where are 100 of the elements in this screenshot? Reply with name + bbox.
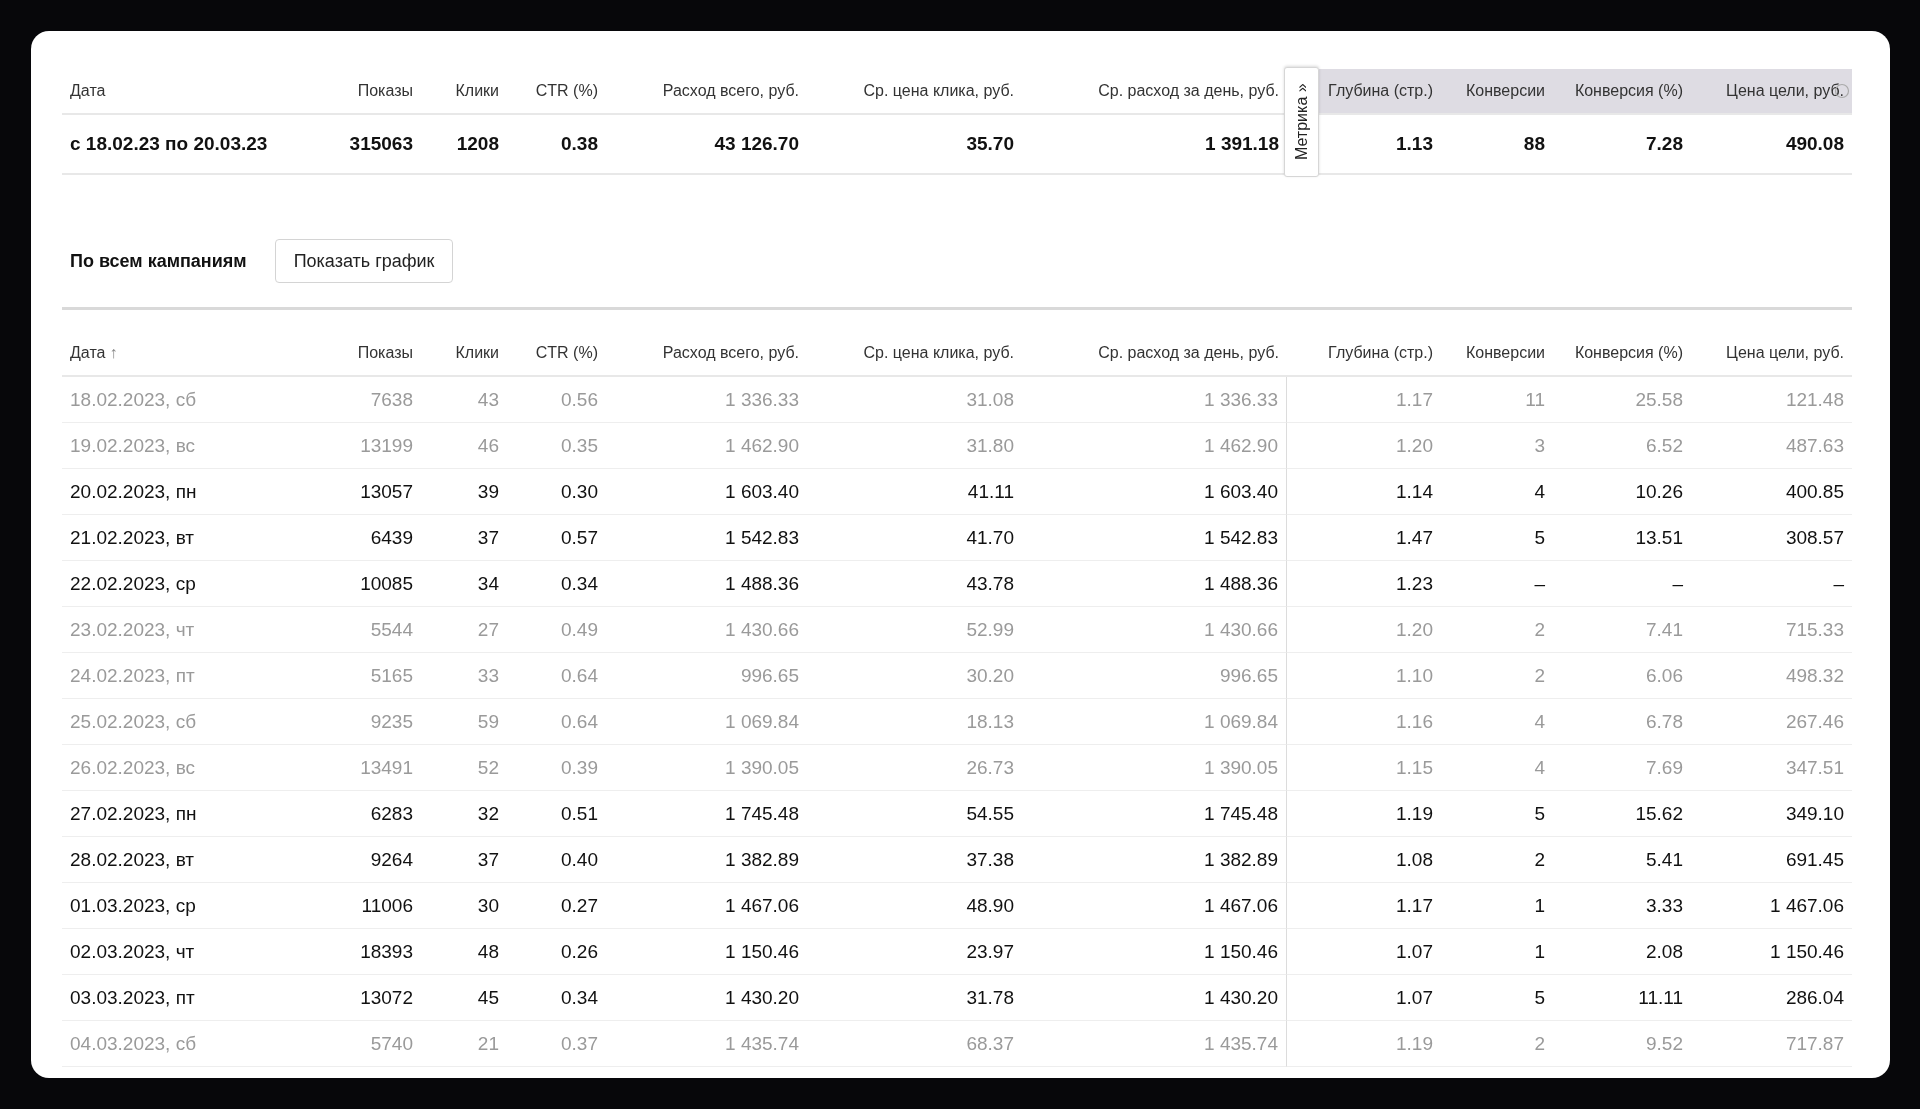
table-cell: 2 bbox=[1441, 837, 1553, 883]
column-header[interactable]: Дата ↑ bbox=[62, 331, 330, 377]
column-header: Показы bbox=[330, 331, 421, 377]
table-cell: 7.41 bbox=[1553, 607, 1691, 653]
table-cell: 1 745.48 bbox=[606, 791, 807, 837]
table-cell: 1 382.89 bbox=[1022, 837, 1287, 883]
table-cell: 4 bbox=[1441, 469, 1553, 515]
table-cell: 33 bbox=[421, 653, 507, 699]
table-cell: 267.46 bbox=[1691, 699, 1852, 745]
column-header: CTR (%) bbox=[507, 331, 606, 377]
table-cell: 31.08 bbox=[807, 377, 1022, 423]
table-cell: 24.02.2023, пт bbox=[62, 653, 330, 699]
table-cell: 1 462.90 bbox=[1022, 423, 1287, 469]
table-cell: 6.06 bbox=[1553, 653, 1691, 699]
table-cell: 0.26 bbox=[507, 929, 606, 975]
table-cell: 3 bbox=[1441, 423, 1553, 469]
column-header-label[interactable]: Дата bbox=[70, 344, 106, 362]
table-cell: 43 bbox=[421, 377, 507, 423]
table-cell: 0.27 bbox=[507, 883, 606, 929]
table-cell: 1 435.74 bbox=[606, 1021, 807, 1067]
column-header: Цена цели, руб. bbox=[1691, 331, 1852, 377]
table-cell: 48.90 bbox=[807, 883, 1022, 929]
table-cell: 1 462.90 bbox=[606, 423, 807, 469]
table-cell: 1 467.06 bbox=[1691, 883, 1852, 929]
table-cell: 0.57 bbox=[507, 515, 606, 561]
table-cell: 15.62 bbox=[1553, 791, 1691, 837]
table-cell: 0.39 bbox=[507, 745, 606, 791]
table-cell: 52 bbox=[421, 745, 507, 791]
table-cell: 1.19 bbox=[1319, 791, 1441, 837]
table-cell: 13491 bbox=[330, 745, 421, 791]
table-cell: 1.17 bbox=[1319, 883, 1441, 929]
table-cell: 1 430.66 bbox=[606, 607, 807, 653]
table-cell: 7.69 bbox=[1553, 745, 1691, 791]
table-cell: 37 bbox=[421, 515, 507, 561]
table-cell: – bbox=[1691, 561, 1852, 607]
table-cell: 1.17 bbox=[1319, 377, 1441, 423]
table-cell: 34 bbox=[421, 561, 507, 607]
metrika-tab[interactable]: Метрика » bbox=[1284, 67, 1319, 177]
table-cell: 27 bbox=[421, 607, 507, 653]
table-cell: 13057 bbox=[330, 469, 421, 515]
table-cell: 0.64 bbox=[507, 699, 606, 745]
column-header: Глубина (стр.) bbox=[1319, 331, 1441, 377]
table-cell: 31.80 bbox=[807, 423, 1022, 469]
table-cell: 1.14 bbox=[1319, 469, 1441, 515]
table-cell: 996.65 bbox=[1022, 653, 1287, 699]
show-chart-button[interactable]: Показать график bbox=[274, 239, 454, 283]
table-cell: 2.08 bbox=[1553, 929, 1691, 975]
table-cell: 717.87 bbox=[1691, 1021, 1852, 1067]
table-cell: 2 bbox=[1441, 653, 1553, 699]
table-cell: 11 bbox=[1441, 377, 1553, 423]
table-cell: 1 bbox=[1441, 929, 1553, 975]
section-title: По всем кампаниям bbox=[70, 250, 247, 272]
table-cell: 18.02.2023, сб bbox=[62, 377, 330, 423]
column-header: Глубина (стр.) bbox=[1319, 69, 1441, 115]
table-cell: 9264 bbox=[330, 837, 421, 883]
table-cell: 0.35 bbox=[507, 423, 606, 469]
summary-cell: 315063 bbox=[330, 115, 421, 175]
table-cell: 1.20 bbox=[1319, 607, 1441, 653]
table-cell: 1 bbox=[1441, 883, 1553, 929]
table-cell: 30.20 bbox=[807, 653, 1022, 699]
table-cell: 23.97 bbox=[807, 929, 1022, 975]
column-header: Показы bbox=[330, 69, 421, 115]
table-cell: 0.34 bbox=[507, 975, 606, 1021]
table-cell: 1 467.06 bbox=[606, 883, 807, 929]
table-cell: 54.55 bbox=[807, 791, 1022, 837]
table-cell: 52.99 bbox=[807, 607, 1022, 653]
table-cell: 5165 bbox=[330, 653, 421, 699]
table-cell: 13072 bbox=[330, 975, 421, 1021]
table-cell: 2 bbox=[1441, 607, 1553, 653]
table-cell: 59 bbox=[421, 699, 507, 745]
column-header: Конверсии bbox=[1441, 331, 1553, 377]
table-cell: 25.58 bbox=[1553, 377, 1691, 423]
table-cell: 0.40 bbox=[507, 837, 606, 883]
column-header: Ср. цена клика, руб. bbox=[807, 69, 1022, 115]
table-cell: 1.23 bbox=[1319, 561, 1441, 607]
table-cell: 7638 bbox=[330, 377, 421, 423]
table-cell: 1 150.46 bbox=[1022, 929, 1287, 975]
table-cell: 3.33 bbox=[1553, 883, 1691, 929]
sort-indicator: ↑ bbox=[109, 344, 118, 362]
table-cell: 2 bbox=[1441, 1021, 1553, 1067]
table-cell: 31.78 bbox=[807, 975, 1022, 1021]
table-cell: 1 488.36 bbox=[1022, 561, 1287, 607]
table-cell: 4 bbox=[1441, 699, 1553, 745]
table-cell: 0.30 bbox=[507, 469, 606, 515]
table-cell: 18393 bbox=[330, 929, 421, 975]
table-cell: 68.37 bbox=[807, 1021, 1022, 1067]
table-cell: 1 336.33 bbox=[606, 377, 807, 423]
table-cell: 6.78 bbox=[1553, 699, 1691, 745]
table-cell: 13199 bbox=[330, 423, 421, 469]
table-cell: 0.56 bbox=[507, 377, 606, 423]
table-cell: 487.63 bbox=[1691, 423, 1852, 469]
table-cell: 27.02.2023, пн bbox=[62, 791, 330, 837]
column-header: Расход всего, руб. bbox=[606, 331, 807, 377]
table-cell: 11006 bbox=[330, 883, 421, 929]
table-cell: 1 390.05 bbox=[606, 745, 807, 791]
table-cell: 43.78 bbox=[807, 561, 1022, 607]
table-cell: 286.04 bbox=[1691, 975, 1852, 1021]
table-cell: 22.02.2023, ср bbox=[62, 561, 330, 607]
table-cell: 1 430.66 bbox=[1022, 607, 1287, 653]
table-cell: 1 069.84 bbox=[1022, 699, 1287, 745]
